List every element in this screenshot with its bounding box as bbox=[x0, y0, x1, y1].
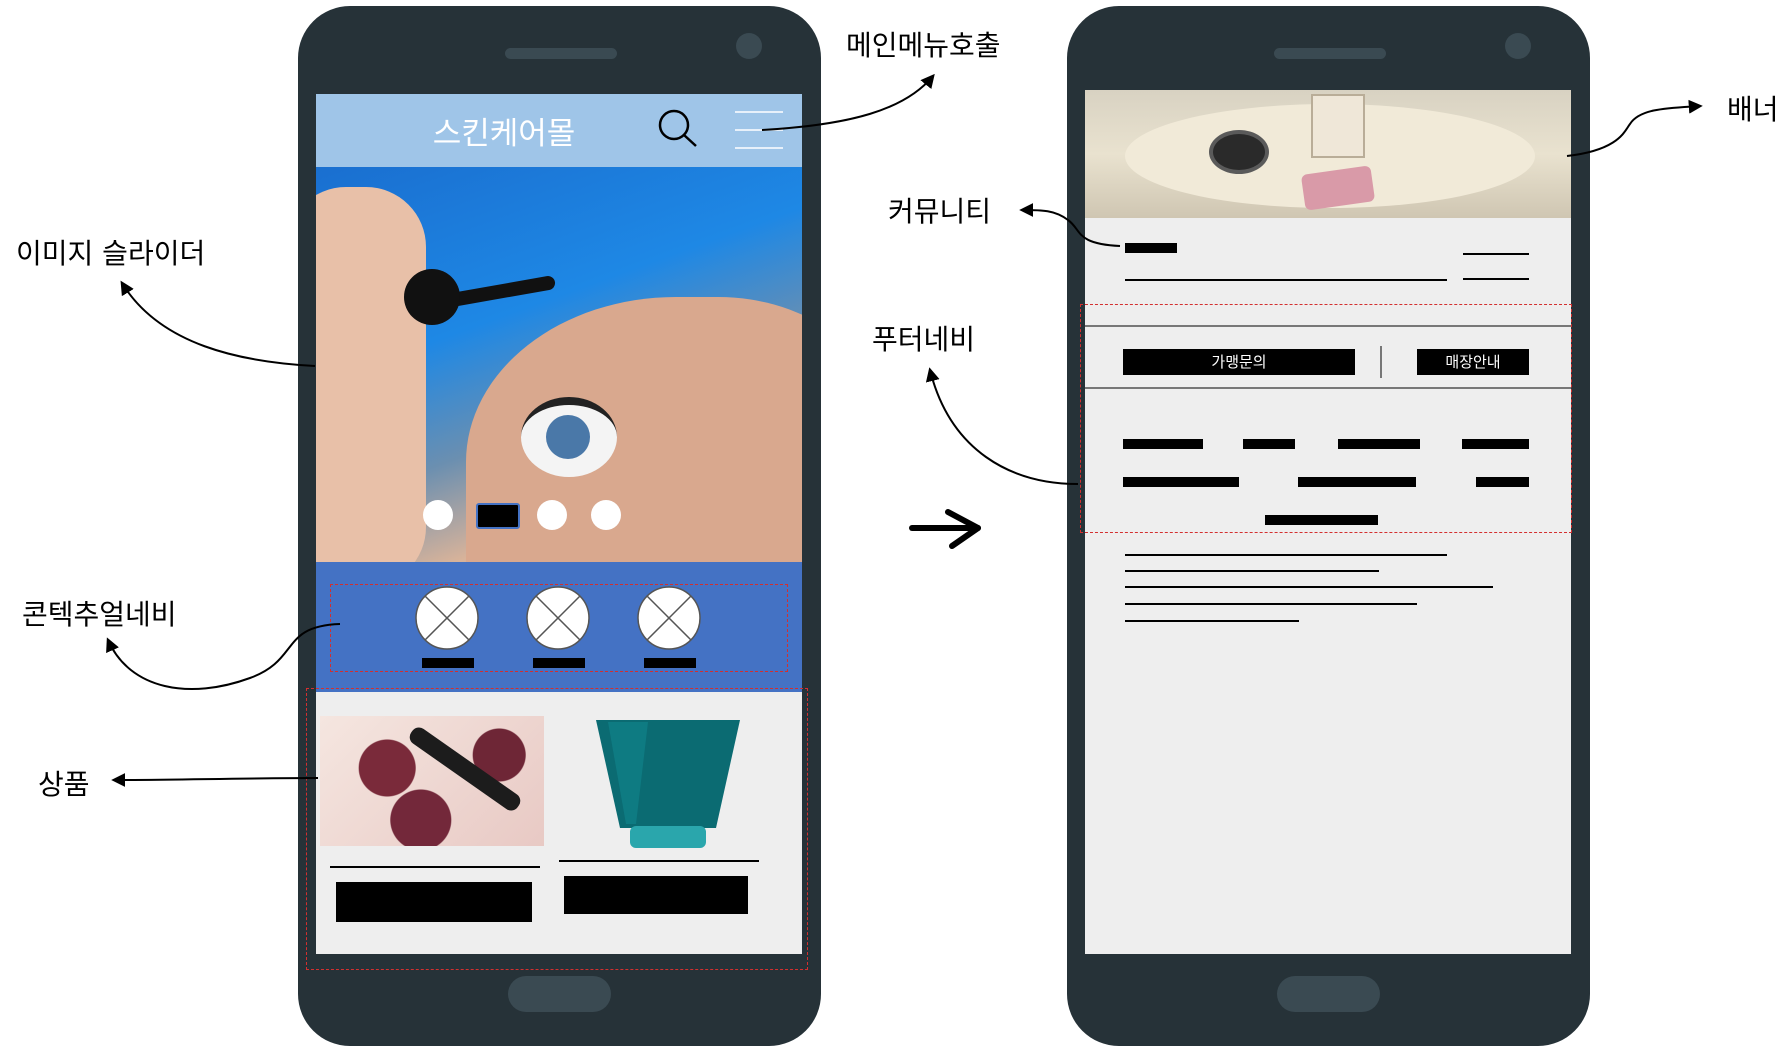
arrow-right-icon bbox=[909, 509, 981, 549]
annotation-arrows bbox=[106, 73, 1703, 787]
